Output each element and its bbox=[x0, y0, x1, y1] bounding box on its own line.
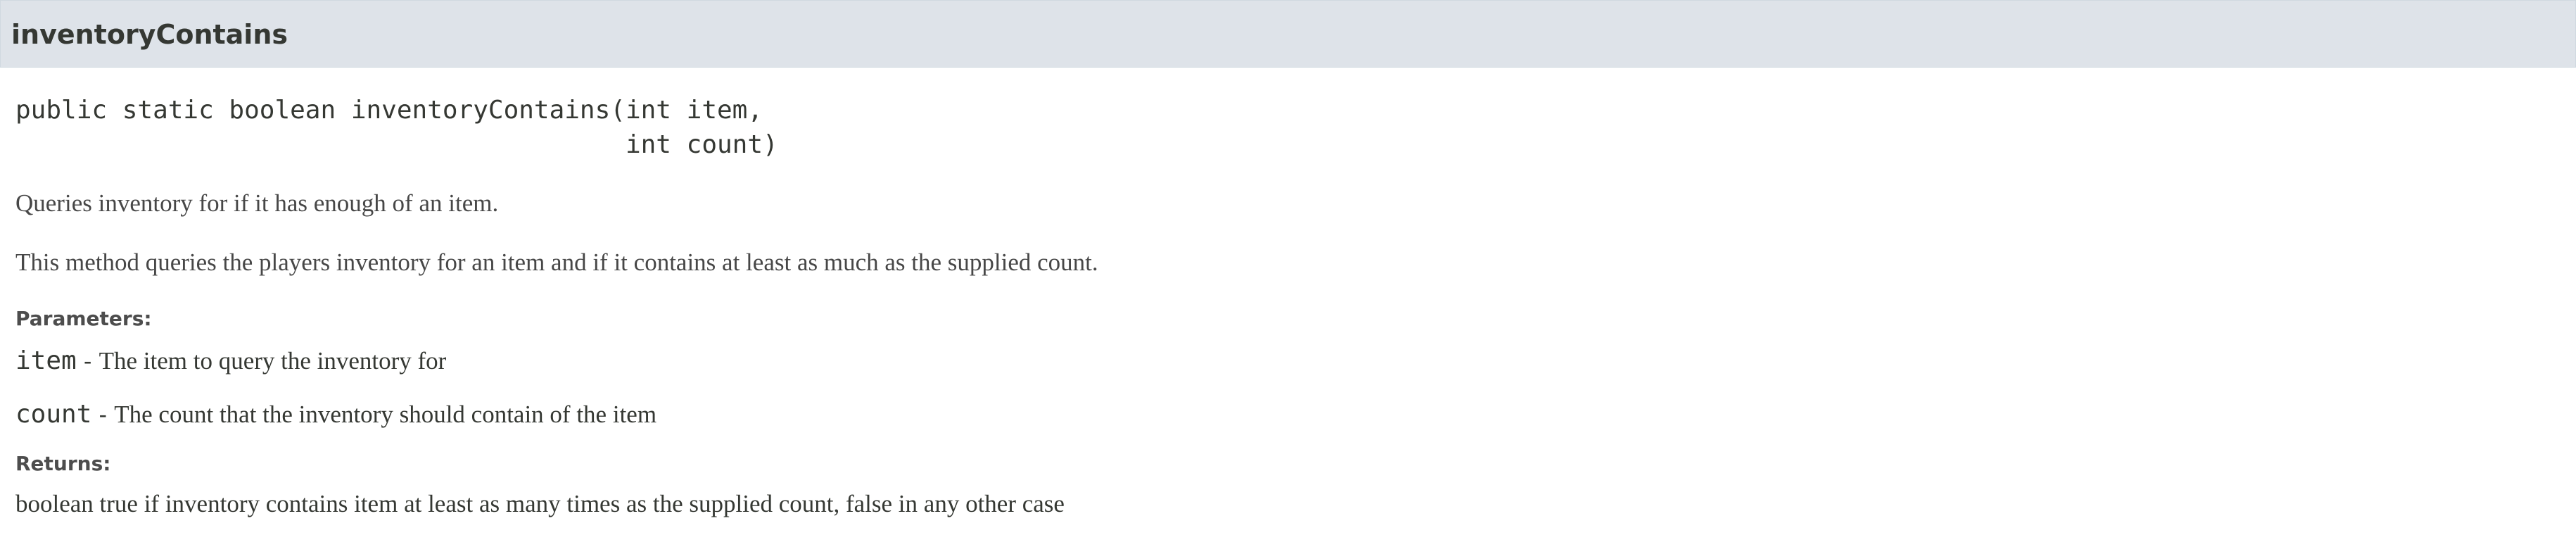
method-description: This method queries the players inventor… bbox=[15, 249, 1098, 276]
returns-description: boolean true if inventory contains item … bbox=[15, 490, 1065, 517]
parameter-separator: - bbox=[91, 401, 115, 428]
method-summary: Queries inventory for if it has enough o… bbox=[15, 189, 499, 217]
method-name-heading: inventoryContains bbox=[11, 19, 288, 50]
parameter-description: The item to query the inventory for bbox=[99, 347, 447, 375]
parameter-item: item - The item to query the inventory f… bbox=[15, 344, 446, 378]
method-signature: public static boolean inventoryContains(… bbox=[15, 96, 778, 159]
parameter-separator: - bbox=[76, 348, 99, 375]
parameter-name: count bbox=[15, 400, 92, 429]
parameter-item: count - The count that the inventory sho… bbox=[15, 398, 656, 432]
parameter-name: item bbox=[15, 346, 77, 375]
method-header: inventoryContains bbox=[0, 0, 2576, 68]
returns-label: Returns: bbox=[15, 452, 111, 475]
parameter-description: The count that the inventory should cont… bbox=[114, 401, 657, 428]
parameters-label: Parameters: bbox=[15, 307, 152, 330]
